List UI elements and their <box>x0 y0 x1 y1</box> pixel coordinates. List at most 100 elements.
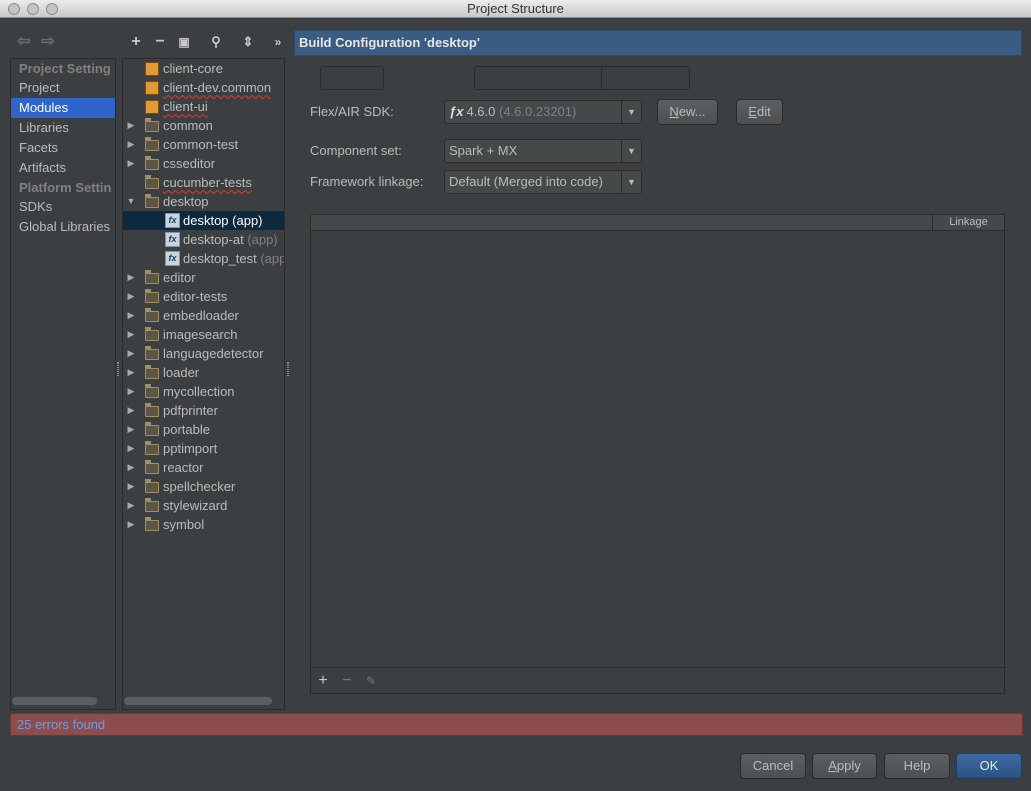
collapsed-arrow-icon[interactable]: ▶ <box>126 496 136 515</box>
tree-row[interactable]: ▶ imagesearch <box>123 325 284 344</box>
tree-row[interactable]: ▶ embedloader <box>123 306 284 325</box>
tree-item-name: client-dev.common <box>163 80 272 95</box>
apply-button[interactable]: Apply <box>812 753 877 779</box>
nav-item-project[interactable]: Project <box>11 78 115 98</box>
target-platform-field[interactable] <box>474 66 690 90</box>
nav-item-global-libraries[interactable]: Global Libraries <box>11 217 115 237</box>
help-button[interactable]: Help <box>884 753 950 779</box>
nav-item-modules[interactable]: Modules <box>11 98 115 118</box>
expanded-arrow-icon[interactable]: ▼ <box>126 192 136 211</box>
tree-row[interactable]: ▶ loader <box>123 363 284 382</box>
tree-row[interactable]: ▶ common <box>123 116 284 135</box>
collapsed-arrow-icon[interactable]: ▶ <box>126 344 136 363</box>
tree-row[interactable]: ▶ reactor <box>123 458 284 477</box>
collapsed-arrow-icon[interactable]: ▶ <box>126 306 136 325</box>
collapsed-arrow-icon[interactable]: ▶ <box>126 477 136 496</box>
tree-row[interactable]: ▶ editor-tests <box>123 287 284 306</box>
copy-icon[interactable]: ▣ <box>176 33 192 51</box>
errors-found-link[interactable]: 25 errors found <box>17 717 105 732</box>
framework-linkage-combo[interactable]: Default (Merged into code) ▼ <box>444 170 642 194</box>
nav-horizontal-scrollbar[interactable] <box>12 697 97 705</box>
forward-arrow-icon[interactable]: ⇨ <box>40 33 56 51</box>
flex-sdk-icon: ƒx <box>449 104 464 119</box>
back-arrow-icon[interactable]: ⇦ <box>16 33 32 51</box>
collapsed-arrow-icon[interactable]: ▶ <box>126 268 136 287</box>
tree-row[interactable]: client-ui <box>123 97 284 116</box>
tree-row[interactable]: ▶ portable <box>123 420 284 439</box>
build-configuration-panel: Build Configuration 'desktop' Flex/AIR S… <box>294 30 1022 710</box>
tree-row[interactable]: ▶ mycollection <box>123 382 284 401</box>
tree-row[interactable]: fx desktop (app) <box>123 211 284 230</box>
collapse-all-icon[interactable]: ⇕ <box>240 33 256 51</box>
collapsed-arrow-icon[interactable]: ▶ <box>126 439 136 458</box>
edit-sdk-button[interactable]: Edit <box>736 99 783 125</box>
tree-row[interactable]: ▶ pdfprinter <box>123 401 284 420</box>
nav-item-artifacts[interactable]: Artifacts <box>11 158 115 178</box>
collapsed-arrow-icon[interactable]: ▶ <box>126 382 136 401</box>
component-set-combo[interactable]: Spark + MX ▼ <box>444 139 642 163</box>
linkage-column-header[interactable]: Linkage <box>932 215 1004 231</box>
tree-row[interactable]: client-core <box>123 59 284 78</box>
tree-row[interactable]: ▶ symbol <box>123 515 284 534</box>
more-icon[interactable]: » <box>270 33 286 51</box>
ok-button[interactable]: OK <box>956 753 1022 779</box>
nav-item-facets[interactable]: Facets <box>11 138 115 158</box>
new-sdk-button[interactable]: New... <box>657 99 718 125</box>
remove-icon[interactable]: − <box>152 33 168 51</box>
tree-item-label: common <box>163 116 213 135</box>
sdk-combo[interactable]: ƒx 4.6.0 (4.6.0.23201) ▼ <box>444 100 642 124</box>
folder-icon <box>145 270 159 284</box>
collapsed-arrow-icon[interactable]: ▶ <box>126 154 136 173</box>
tree-item-name: portable <box>163 422 210 437</box>
tree-row[interactable]: cucumber-tests <box>123 173 284 192</box>
folder-icon <box>145 308 159 322</box>
project-structure-window: Project Structure ⇦ ⇨ + − ▣ ⚲ ⇕ » Projec… <box>0 0 1031 791</box>
tree-row[interactable]: fx desktop_test (app <box>123 249 284 268</box>
tree-horizontal-scrollbar[interactable] <box>124 697 272 705</box>
tree-row[interactable]: ▶ languagedetector <box>123 344 284 363</box>
nav-item-sdks[interactable]: SDKs <box>11 197 115 217</box>
collapsed-arrow-icon[interactable]: ▶ <box>126 363 136 382</box>
collapsed-arrow-icon[interactable]: ▶ <box>126 135 136 154</box>
error-status-bar[interactable]: 25 errors found <box>10 713 1023 736</box>
search-icon[interactable]: ⚲ <box>208 33 224 51</box>
edit-pencil-icon[interactable]: ✎ <box>363 672 379 690</box>
tree-row[interactable]: ▶ editor <box>123 268 284 287</box>
window-title: Project Structure <box>467 1 564 16</box>
config-name-field[interactable] <box>320 66 384 90</box>
tree-row[interactable]: ▶ csseditor <box>123 154 284 173</box>
folder-icon <box>145 365 159 379</box>
tree-row[interactable]: fx desktop-at (app) <box>123 230 284 249</box>
remove-dependency-icon[interactable]: − <box>339 672 355 690</box>
tree-row[interactable]: ▶ pptimport <box>123 439 284 458</box>
collapsed-arrow-icon[interactable]: ▶ <box>126 420 136 439</box>
tree-item-name: loader <box>163 365 200 380</box>
tree-row[interactable]: ▶ stylewizard <box>123 496 284 515</box>
tree-item-label: cucumber-tests <box>163 173 252 192</box>
add-icon[interactable]: + <box>128 33 144 51</box>
close-window-button[interactable] <box>8 3 20 15</box>
right-splitter[interactable] <box>287 362 289 376</box>
zoom-window-button[interactable] <box>46 3 58 15</box>
tree-row[interactable]: ▶ common-test <box>123 135 284 154</box>
collapsed-arrow-icon[interactable]: ▶ <box>126 116 136 135</box>
cancel-button[interactable]: Cancel <box>740 753 806 779</box>
collapsed-arrow-icon[interactable]: ▶ <box>126 287 136 306</box>
collapsed-arrow-icon[interactable]: ▶ <box>126 458 136 477</box>
collapsed-arrow-icon[interactable]: ▶ <box>126 401 136 420</box>
nav-section-header: Project Setting <box>19 61 111 76</box>
tree-item-label: desktop <box>163 192 209 211</box>
minimize-window-button[interactable] <box>27 3 39 15</box>
collapsed-arrow-icon[interactable]: ▶ <box>126 515 136 534</box>
tree-row[interactable]: ▼ desktop <box>123 192 284 211</box>
tree-item-name: common-test <box>163 137 239 152</box>
tree-row[interactable]: ▶ spellchecker <box>123 477 284 496</box>
collapsed-arrow-icon[interactable]: ▶ <box>126 325 136 344</box>
nav-item-libraries[interactable]: Libraries <box>11 118 115 138</box>
tree-row[interactable]: client-dev.common <box>123 78 284 97</box>
tree-item-label: symbol <box>163 515 204 534</box>
add-dependency-icon[interactable]: + <box>315 672 331 690</box>
left-splitter[interactable] <box>117 362 119 376</box>
table-header: Linkage <box>311 215 1004 231</box>
sdk-version-detail: (4.6.0.23201) <box>495 104 577 119</box>
